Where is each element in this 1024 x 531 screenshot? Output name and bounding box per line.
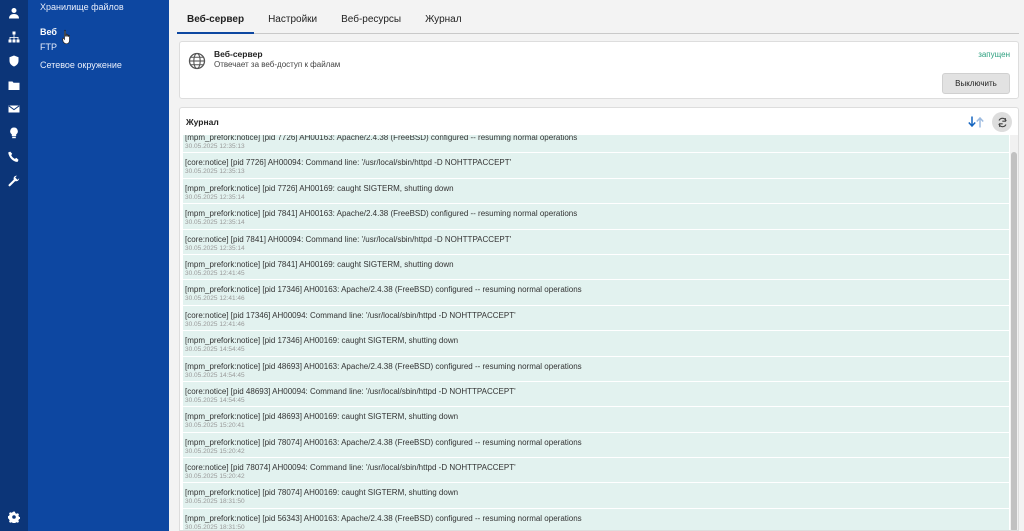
log-message: [core:notice] [pid 7726] AH00094: Comman… [185, 158, 512, 168]
log-message: [mpm_prefork:notice] [pid 7841] AH00169:… [185, 259, 454, 269]
network-icon[interactable] [7, 30, 21, 44]
server-title: Веб-сервер [214, 49, 263, 59]
refresh-icon [997, 117, 1007, 127]
log-entry: [core:notice] [pid 7841] AH00094: Comman… [183, 229, 1009, 255]
server-description: Отвечает за веб-доступ к файлам [214, 60, 341, 69]
sidebar-nav: Хранилище файлов Веб FTP Сетевое окружен… [28, 0, 169, 531]
wrench-icon[interactable] [7, 174, 21, 188]
log-timestamp: 30.05.2025 15:20:41 [185, 422, 245, 430]
log-timestamp: 30.05.2025 12:41:46 [185, 320, 245, 328]
main-content: Веб-сервер Настройки Веб-ресурсы Журнал … [169, 0, 1024, 531]
log-message: [core:notice] [pid 7841] AH00094: Comman… [185, 234, 512, 244]
log-entry: [mpm_prefork:notice] [pid 7726] AH00169:… [183, 178, 1009, 205]
gear-icon[interactable] [7, 510, 21, 524]
log-timestamp: 30.05.2025 12:35:14 [185, 193, 245, 201]
mail-icon[interactable] [7, 102, 21, 116]
log-message: [mpm_prefork:notice] [pid 48693] AH00169… [185, 412, 459, 422]
journal-log-list: [mpm_prefork:notice] [pid 7726] AH00163:… [183, 135, 1009, 531]
folder-icon[interactable] [7, 78, 21, 92]
log-message: [mpm_prefork:notice] [pid 7726] AH00163:… [185, 135, 578, 142]
log-entry: [mpm_prefork:notice] [pid 78074] AH00169… [183, 483, 1009, 509]
log-timestamp: 30.05.2025 12:35:14 [185, 244, 245, 252]
journal-title: Журнал [186, 117, 219, 127]
log-timestamp: 30.05.2025 15:20:42 [185, 473, 245, 481]
log-timestamp: 30.05.2025 14:54:45 [185, 346, 245, 354]
log-entry: [core:notice] [pid 78074] AH00094: Comma… [183, 458, 1009, 484]
log-timestamp: 30.05.2025 12:41:45 [185, 269, 245, 277]
log-timestamp: 30.05.2025 14:54:45 [185, 396, 245, 404]
log-timestamp: 30.05.2025 15:20:42 [185, 447, 245, 455]
lightbulb-icon[interactable] [7, 126, 21, 140]
log-entry: [mpm_prefork:notice] [pid 7726] AH00163:… [183, 135, 1009, 154]
log-message: [mpm_prefork:notice] [pid 7726] AH00169:… [185, 183, 454, 193]
log-timestamp: 30.05.2025 12:41:46 [185, 295, 245, 303]
log-entry: [mpm_prefork:notice] [pid 7841] AH00163:… [183, 204, 1009, 230]
disable-button[interactable]: Выключить [942, 73, 1010, 94]
log-message: [core:notice] [pid 78074] AH00094: Comma… [185, 463, 516, 473]
tab-web-server[interactable]: Веб-сервер [177, 6, 255, 34]
journal-scrollbar[interactable] [1010, 135, 1018, 530]
shield-icon[interactable] [7, 54, 21, 68]
icon-rail [0, 0, 28, 531]
tab-web-resources[interactable]: Веб-ресурсы [331, 6, 411, 34]
sidebar-item-file-storage[interactable]: Хранилище файлов [40, 2, 124, 12]
log-message: [core:notice] [pid 48693] AH00094: Comma… [185, 386, 516, 396]
log-timestamp: 30.05.2025 12:35:14 [185, 219, 245, 227]
log-message: [mpm_prefork:notice] [pid 56343] AH00163… [185, 513, 582, 523]
globe-icon [188, 52, 206, 70]
log-entry: [core:notice] [pid 17346] AH00094: Comma… [183, 305, 1009, 332]
log-entry: [mpm_prefork:notice] [pid 48693] AH00169… [183, 407, 1009, 433]
log-message: [core:notice] [pid 17346] AH00094: Comma… [185, 310, 516, 320]
log-message: [mpm_prefork:notice] [pid 7841] AH00163:… [185, 209, 578, 219]
log-timestamp: 30.05.2025 12:35:13 [185, 143, 245, 150]
log-message: [mpm_prefork:notice] [pid 17346] AH00169… [185, 336, 459, 346]
status-badge: запущен [978, 50, 1010, 59]
phone-icon[interactable] [7, 150, 21, 164]
scrollbar-thumb[interactable] [1011, 152, 1017, 530]
web-server-card: Веб-сервер Отвечает за веб-доступ к файл… [179, 41, 1019, 99]
mouse-pointer-icon [62, 29, 70, 45]
log-message: [mpm_prefork:notice] [pid 78074] AH00169… [185, 488, 459, 498]
log-timestamp: 30.05.2025 18:31:50 [185, 523, 245, 531]
log-entry: [mpm_prefork:notice] [pid 56343] AH00163… [183, 508, 1009, 531]
sidebar-item-web[interactable]: Веб [40, 27, 57, 37]
refresh-button[interactable] [992, 112, 1012, 132]
tab-settings[interactable]: Настройки [258, 6, 327, 34]
log-entry: [mpm_prefork:notice] [pid 17346] AH00163… [183, 280, 1009, 306]
user-icon[interactable] [7, 6, 21, 20]
log-message: [mpm_prefork:notice] [pid 17346] AH00163… [185, 285, 582, 295]
log-entry: [mpm_prefork:notice] [pid 78074] AH00163… [183, 432, 1009, 459]
log-entry: [mpm_prefork:notice] [pid 48693] AH00163… [183, 356, 1009, 382]
sort-order-icon[interactable] [966, 115, 986, 129]
log-entry: [core:notice] [pid 48693] AH00094: Comma… [183, 381, 1009, 408]
tab-bar: Веб-сервер Настройки Веб-ресурсы Журнал [177, 6, 1019, 34]
sidebar-item-network-environment[interactable]: Сетевое окружение [40, 60, 122, 70]
log-timestamp: 30.05.2025 18:31:50 [185, 498, 245, 506]
log-entry: [mpm_prefork:notice] [pid 7841] AH00169:… [183, 254, 1009, 281]
log-entry: [core:notice] [pid 7726] AH00094: Comman… [183, 153, 1009, 179]
log-message: [mpm_prefork:notice] [pid 48693] AH00163… [185, 361, 582, 371]
log-entry: [mpm_prefork:notice] [pid 17346] AH00169… [183, 331, 1009, 357]
log-timestamp: 30.05.2025 12:35:13 [185, 168, 245, 176]
journal-panel: Журнал [mpm_prefork:notice] [pid 7726] A… [179, 107, 1019, 531]
sidebar-item-ftp[interactable]: FTP [40, 42, 57, 52]
log-message: [mpm_prefork:notice] [pid 78074] AH00163… [185, 437, 582, 447]
tab-journal[interactable]: Журнал [415, 6, 472, 34]
log-timestamp: 30.05.2025 14:54:45 [185, 371, 245, 379]
